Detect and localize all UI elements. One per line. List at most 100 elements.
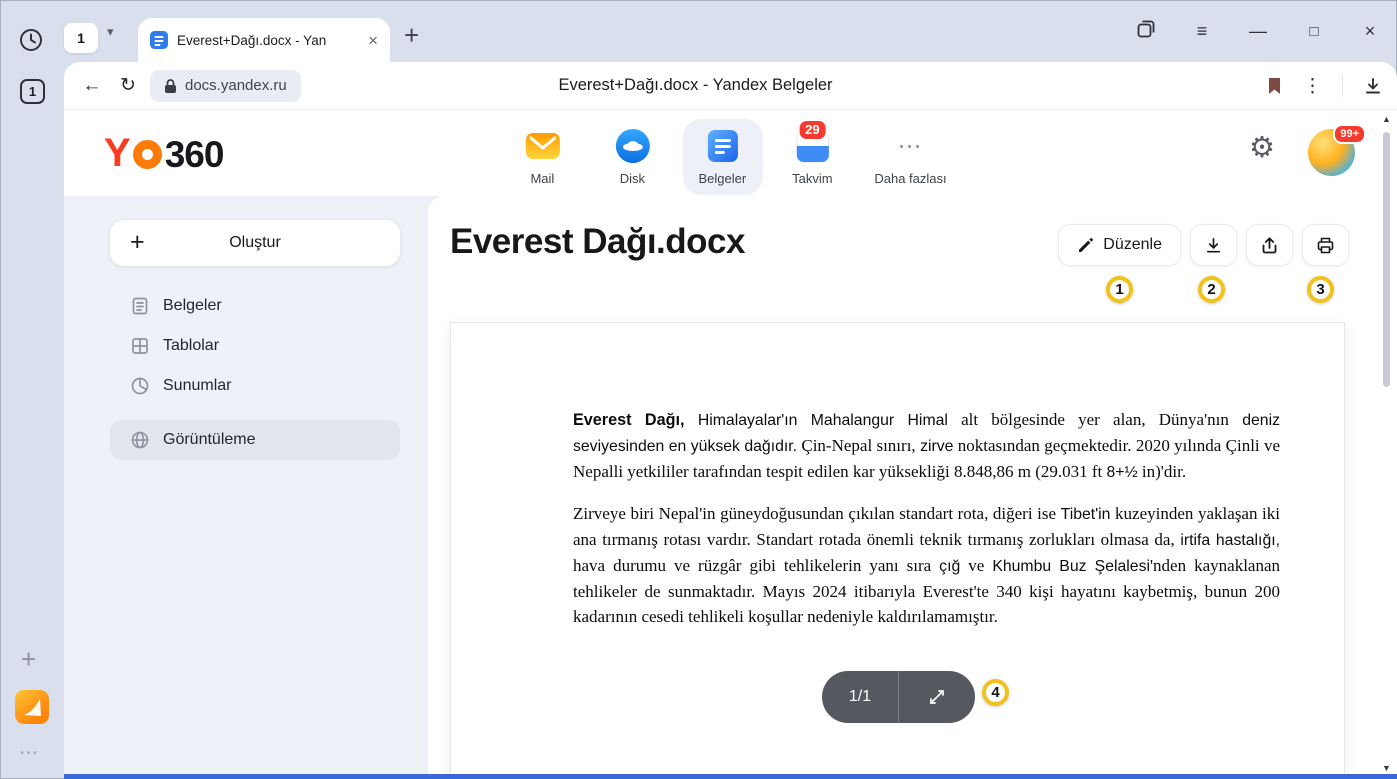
create-label: Oluştur bbox=[229, 234, 281, 251]
page-content: + Oluştur Belgeler Tablolar bbox=[64, 196, 1397, 774]
tab-group-chevron-down-icon[interactable]: ▾ bbox=[107, 24, 114, 40]
annotation-badge-4: 4 bbox=[982, 679, 1009, 706]
nav-label: Disk bbox=[620, 171, 645, 186]
sidebar-item-tablolar[interactable]: Tablolar bbox=[110, 326, 400, 366]
calendar-icon: 29 bbox=[793, 127, 831, 165]
browser-content-area: ← ↻ docs.yandex.ru Everest+Dağı.docx - Y… bbox=[64, 62, 1397, 779]
scroll-down-icon[interactable]: ▼ bbox=[1379, 763, 1394, 773]
divider bbox=[1342, 75, 1343, 97]
download-button[interactable] bbox=[1190, 224, 1237, 266]
document-icon bbox=[130, 296, 150, 316]
nav-label: Belgeler bbox=[699, 171, 747, 186]
fullscreen-button[interactable] bbox=[899, 671, 975, 723]
share-icon bbox=[1260, 236, 1279, 255]
annotation-badge-2: 2 bbox=[1198, 276, 1225, 303]
logo-ring-icon bbox=[133, 140, 162, 169]
browser-titlebar: 1 ▾ Everest+Dağı.docx - Yan × + ≡ — □ × bbox=[0, 0, 1397, 62]
share-button[interactable] bbox=[1246, 224, 1293, 266]
sidebar-item-belgeler[interactable]: Belgeler bbox=[110, 286, 400, 326]
nav-item-more[interactable]: ⋯ Daha fazlası bbox=[862, 119, 958, 195]
sidebar-item-goruntuleme[interactable]: Görüntüleme bbox=[110, 420, 400, 460]
history-clock-button[interactable] bbox=[18, 27, 44, 53]
tab-group-count: 1 bbox=[77, 30, 85, 46]
document-title: Everest Dağı.docx bbox=[450, 222, 745, 262]
doc-paragraph-2: Zirveye biri Nepal'in güneydoğusundan çı… bbox=[573, 501, 1280, 629]
disk-icon bbox=[613, 127, 651, 165]
create-button[interactable]: + Oluştur bbox=[110, 220, 400, 266]
sidebar-item-label: Görüntüleme bbox=[163, 431, 256, 449]
edit-label: Düzenle bbox=[1103, 236, 1162, 254]
nav-item-disk[interactable]: Disk bbox=[592, 119, 672, 195]
download-icon bbox=[1204, 236, 1223, 255]
services-nav: Mail Disk Belgeler bbox=[502, 119, 958, 195]
mail-icon bbox=[523, 127, 561, 165]
docs-sidebar: + Oluştur Belgeler Tablolar bbox=[110, 220, 400, 460]
docs-icon bbox=[703, 127, 741, 165]
nav-item-takvim[interactable]: 29 Takvim bbox=[772, 119, 852, 195]
nav-label: Takvim bbox=[792, 171, 832, 186]
bookmark-icon[interactable] bbox=[1266, 76, 1283, 96]
clock-icon bbox=[18, 27, 44, 53]
scrollbar-thumb[interactable] bbox=[1383, 132, 1390, 387]
browser-tab[interactable]: Everest+Dağı.docx - Yan × bbox=[138, 18, 390, 62]
window-controls: ≡ — □ × bbox=[1135, 14, 1381, 48]
window-bottom-accent bbox=[64, 774, 1397, 779]
annotation-badge-1: 1 bbox=[1106, 276, 1133, 303]
tab-title: Everest+Dağı.docx - Yan bbox=[177, 33, 359, 48]
expand-icon bbox=[927, 687, 947, 707]
web-page: Y 360 Mail Disk bbox=[64, 110, 1397, 774]
lock-icon bbox=[164, 78, 177, 94]
notifications-badge: 99+ bbox=[1333, 124, 1366, 144]
menu-icon[interactable]: ≡ bbox=[1191, 21, 1213, 42]
downloads-icon[interactable] bbox=[1363, 76, 1383, 96]
new-tab-button[interactable]: + bbox=[404, 20, 419, 51]
plus-icon: + bbox=[130, 220, 145, 264]
scroll-up-icon[interactable]: ▲ bbox=[1379, 114, 1394, 124]
sail-icon bbox=[15, 690, 49, 724]
document-actions: Düzenle bbox=[1058, 224, 1349, 266]
kebab-menu-icon[interactable]: ⋮ bbox=[1303, 75, 1322, 98]
side-strip-add-button[interactable]: + bbox=[21, 644, 36, 675]
logo-text: 360 bbox=[165, 136, 224, 173]
sidebar-item-sunumlar[interactable]: Sunumlar bbox=[110, 366, 400, 406]
print-icon bbox=[1316, 236, 1335, 255]
side-panel-tab-counter[interactable]: 1 bbox=[20, 79, 45, 104]
address-bar[interactable]: docs.yandex.ru bbox=[150, 70, 301, 102]
docs-favicon-icon bbox=[150, 31, 168, 49]
pie-chart-icon bbox=[130, 376, 150, 396]
browser-side-strip: 1 + ⋯ bbox=[0, 62, 64, 779]
maximize-button[interactable]: □ bbox=[1303, 23, 1325, 40]
user-avatar[interactable]: 99+ bbox=[1308, 129, 1355, 176]
page-indicator-pill: 1/1 bbox=[822, 671, 975, 723]
page-scrollbar[interactable]: ▲ ▼ bbox=[1379, 114, 1394, 773]
side-strip-more-button[interactable]: ⋯ bbox=[19, 742, 39, 765]
minimize-button[interactable]: — bbox=[1247, 21, 1269, 42]
logo-letter: Y bbox=[104, 133, 131, 173]
address-bar-actions: ⋮ bbox=[1266, 62, 1383, 110]
settings-gear-icon[interactable]: ⚙ bbox=[1249, 134, 1275, 163]
annotation-badge-3: 3 bbox=[1307, 276, 1334, 303]
window-close-button[interactable]: × bbox=[1359, 21, 1381, 42]
pencil-icon bbox=[1077, 237, 1094, 254]
yandex-360-logo[interactable]: Y 360 bbox=[104, 132, 223, 174]
table-grid-icon bbox=[130, 336, 150, 356]
refresh-button[interactable]: ↻ bbox=[110, 68, 146, 104]
tab-close-icon[interactable]: × bbox=[368, 32, 378, 49]
print-button[interactable] bbox=[1302, 224, 1349, 266]
calendar-badge: 29 bbox=[797, 119, 827, 141]
nav-label: Daha fazlası bbox=[874, 171, 946, 186]
nav-label: Mail bbox=[530, 171, 554, 186]
panels-icon[interactable] bbox=[1135, 19, 1157, 44]
page-indicator: 1/1 bbox=[822, 688, 898, 706]
site-header: Y 360 Mail Disk bbox=[64, 110, 1397, 196]
more-dots-icon: ⋯ bbox=[891, 127, 929, 165]
doc-paragraph-1: Everest Dağı, Himalayalar'ın Mahalangur … bbox=[573, 407, 1280, 485]
sidebar-item-label: Sunumlar bbox=[163, 377, 231, 395]
url-text: docs.yandex.ru bbox=[185, 77, 287, 94]
tab-group-counter[interactable]: 1 bbox=[64, 23, 98, 53]
edit-button[interactable]: Düzenle bbox=[1058, 224, 1181, 266]
nav-item-mail[interactable]: Mail bbox=[502, 119, 582, 195]
nav-item-belgeler[interactable]: Belgeler bbox=[682, 119, 762, 195]
back-button[interactable]: ← bbox=[74, 68, 110, 104]
yandex-browser-logo[interactable] bbox=[15, 690, 49, 724]
